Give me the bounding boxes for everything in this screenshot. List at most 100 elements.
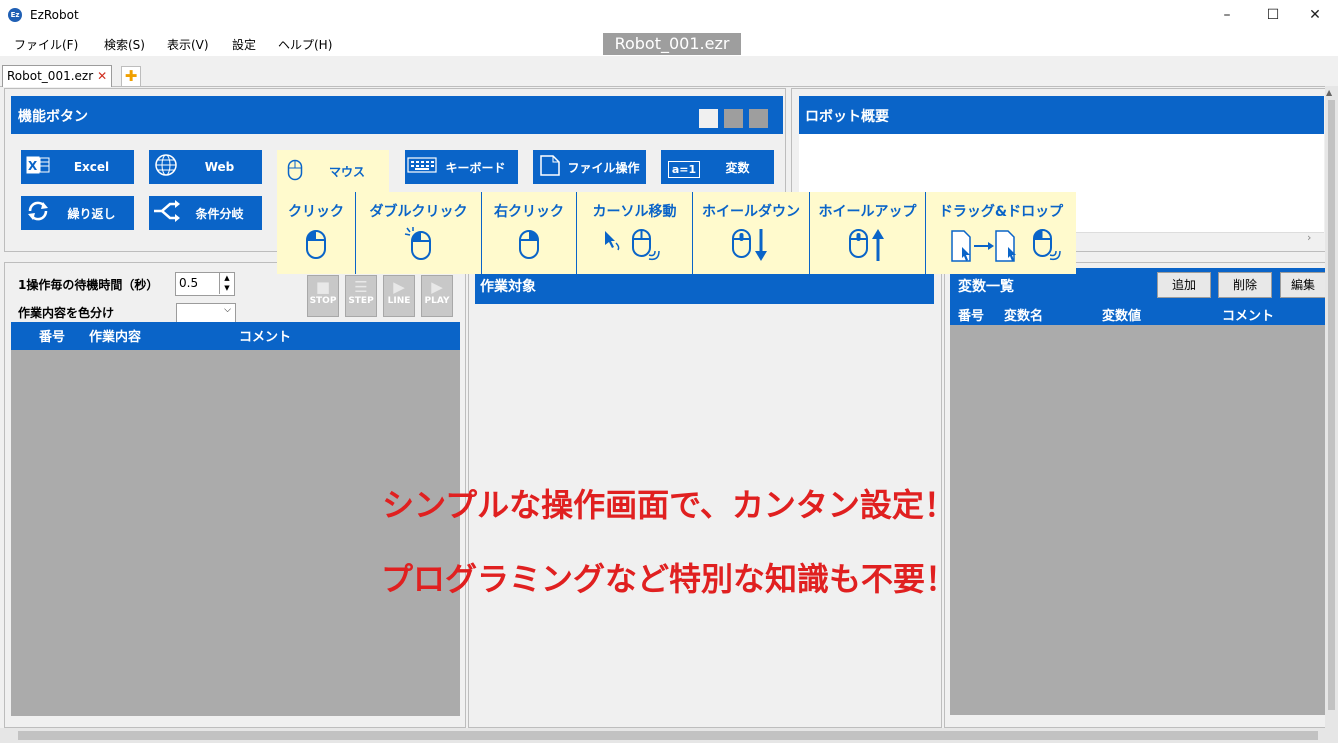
mouse-button-label: マウス (329, 164, 366, 179)
variables-table-header: 番号 変数名 変数値 コメント (950, 301, 1325, 325)
keyboard-button[interactable]: キーボード (405, 150, 518, 184)
col-number: 番号 (39, 330, 66, 345)
view-toggle-2[interactable] (724, 109, 743, 128)
play-icon: ▶ (431, 278, 443, 296)
menu-drag-and-drop[interactable]: ドラッグ&ドロップ (926, 192, 1076, 274)
loop-button[interactable]: 繰り返し (21, 196, 134, 230)
svg-text:X: X (28, 159, 38, 173)
file-operation-button-label: ファイル操作 (567, 160, 640, 175)
edit-variable-button[interactable]: 編集 (1280, 272, 1326, 298)
tab-bar (0, 64, 1338, 87)
close-button[interactable]: ✕ (1292, 0, 1338, 30)
spin-up-icon[interactable]: ▲ (220, 273, 234, 283)
promo-line-2: プログラミングなど特別な知識も不要！ (380, 560, 957, 598)
left-click-mouse-icon (277, 227, 355, 263)
scroll-up-icon[interactable]: ▲ (1326, 88, 1332, 97)
branch-icon (149, 199, 183, 227)
delete-variable-button[interactable]: 削除 (1218, 272, 1272, 298)
view-toggle-1[interactable] (699, 109, 718, 128)
file-operation-button[interactable]: ファイル操作 (533, 150, 646, 184)
vertical-scroll-thumb[interactable] (1328, 100, 1335, 710)
chevron-right-icon[interactable]: › (1307, 231, 1311, 244)
tab-document-label: Robot_001.ezr (7, 69, 94, 83)
menu-click[interactable]: クリック (277, 192, 356, 274)
menu-settings[interactable]: 設定 (232, 36, 256, 53)
right-click-mouse-icon (482, 227, 576, 263)
document-title: Robot_001.ezr (603, 33, 741, 55)
drag-and-drop-icon (926, 227, 1076, 263)
step-icon: ☰ (354, 278, 368, 296)
mouse-action-menu: クリック ダブルクリック 右クリック カーソル移動 ホイールダウン ホイールアッ… (277, 192, 1076, 274)
excel-button-label: Excel (73, 160, 110, 174)
wheel-up-icon (810, 227, 925, 263)
keyboard-button-label: キーボード (445, 160, 506, 175)
view-toggle-3[interactable] (749, 109, 768, 128)
col-var-comment: コメント (1222, 309, 1275, 324)
excel-button[interactable]: X Excel (21, 150, 134, 184)
variable-button-label: 変数 (725, 160, 750, 175)
web-button-label: Web (204, 160, 235, 174)
promo-line-1: シンプルな操作画面で、カンタン設定！ (382, 486, 956, 524)
overview-panel-title: ロボット概要 (805, 109, 889, 125)
menu-double-click[interactable]: ダブルクリック (356, 192, 482, 274)
menu-help[interactable]: ヘルプ(H) (278, 36, 332, 53)
line-play-icon: ▶ (393, 278, 405, 296)
spin-down-icon[interactable]: ▼ (220, 283, 234, 293)
line-button[interactable]: ▶ LINE (383, 275, 415, 317)
double-click-mouse-icon (356, 227, 481, 263)
col-var-value: 変数値 (1102, 309, 1142, 324)
horizontal-scroll-thumb[interactable] (18, 731, 1318, 740)
menu-search[interactable]: 検索(S) (104, 36, 145, 53)
maximize-button[interactable]: ☐ (1250, 0, 1296, 30)
web-button[interactable]: Web (149, 150, 262, 184)
tab-close-icon[interactable]: ✕ (97, 69, 107, 83)
add-tab-plus-icon[interactable]: ✚ (121, 66, 141, 87)
minimize-button[interactable]: – (1204, 0, 1250, 30)
loop-icon (21, 198, 55, 229)
step-button[interactable]: ☰ STEP (345, 275, 377, 317)
menu-right-click[interactable]: 右クリック (482, 192, 577, 274)
steps-list[interactable] (11, 350, 460, 716)
app-title: EzRobot (30, 8, 79, 22)
variables-panel-title: 変数一覧 (958, 279, 1014, 295)
mouse-icon (277, 159, 313, 184)
function-panel-header: 機能ボタン (11, 96, 783, 134)
col-var-number: 番号 (958, 309, 985, 324)
function-panel-title: 機能ボタン (18, 109, 88, 125)
keyboard-icon (405, 155, 439, 180)
file-icon (533, 152, 567, 183)
globe-icon (149, 152, 183, 183)
col-var-name: 変数名 (1004, 309, 1044, 324)
col-task: 作業内容 (89, 330, 142, 345)
branch-button[interactable]: 条件分岐 (149, 196, 262, 230)
variable-button[interactable]: a=1 変数 (661, 150, 774, 184)
wait-time-value: 0.5 (179, 276, 199, 290)
stop-icon: ■ (315, 278, 331, 296)
menu-wheel-up[interactable]: ホイールアップ (810, 192, 926, 274)
play-button[interactable]: ▶ PLAY (421, 275, 453, 317)
tab-document[interactable]: Robot_001.ezr ✕ (2, 65, 113, 87)
wait-time-stepper[interactable]: ▲ ▼ (219, 273, 234, 294)
color-code-label: 作業内容を色分け (18, 306, 115, 320)
target-panel-title: 作業対象 (480, 279, 536, 295)
excel-icon: X (21, 153, 55, 182)
branch-button-label: 条件分岐 (195, 206, 244, 221)
col-comment: コメント (239, 330, 292, 345)
loop-button-label: 繰り返し (67, 206, 116, 221)
overview-panel-header: ロボット概要 (799, 96, 1324, 134)
menu-cursor-move[interactable]: カーソル移動 (577, 192, 693, 274)
steps-table-header: 番号 作業内容 コメント (11, 322, 460, 350)
color-code-select[interactable]: ⌵ (176, 303, 236, 323)
chevron-down-icon: ⌵ (224, 305, 231, 315)
wheel-down-icon (693, 227, 809, 263)
variable-icon: a=1 (667, 160, 701, 178)
cursor-move-icon (577, 227, 692, 263)
menu-file[interactable]: ファイル(F) (14, 36, 78, 53)
app-logo-icon: Ez (8, 8, 22, 22)
mouse-button[interactable]: マウス (277, 150, 389, 192)
stop-button[interactable]: ■ STOP (307, 275, 339, 317)
menu-wheel-down[interactable]: ホイールダウン (693, 192, 810, 274)
menu-view[interactable]: 表示(V) (167, 36, 209, 53)
title-bar (0, 0, 1338, 30)
add-variable-button[interactable]: 追加 (1157, 272, 1211, 298)
